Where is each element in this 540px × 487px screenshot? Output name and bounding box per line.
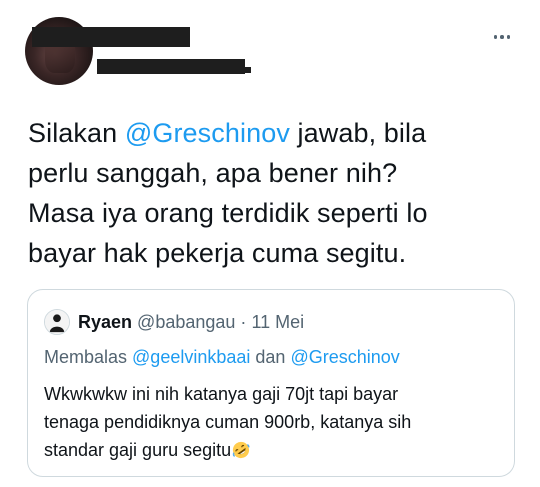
tweet-text-line: bayar hak pekerja cuma segitu.: [28, 238, 407, 268]
ellipsis-icon: [493, 35, 498, 39]
tweet-text: Silakan @Greschinov jawab, bila perlu sa…: [28, 113, 528, 273]
reply-prefix: Membalas: [44, 347, 133, 367]
ellipsis-icon-dot: [506, 35, 511, 39]
quoted-date[interactable]: 11 Mei: [251, 312, 304, 332]
quoted-author-handle[interactable]: @babangau: [137, 312, 235, 332]
reply-context: Membalas @geelvinkbaai dan @Greschinov: [44, 346, 400, 368]
quoted-text-segment: standar gaji guru segitu: [44, 440, 232, 460]
more-options-button[interactable]: [488, 27, 516, 47]
meta-separator: ·: [240, 312, 247, 332]
quoted-text-line: tenaga pendidiknya cuman 900rb, katanya …: [44, 412, 412, 432]
reply-conjunction: dan: [250, 347, 291, 367]
tweet-text-line: perlu sanggah, apa bener nih?: [28, 158, 398, 188]
quoted-text-line: Wkwkwkw ini nih katanya gaji 70jt tapi b…: [44, 384, 399, 404]
author-name-redacted: [32, 27, 190, 47]
quoted-text-line: standar gaji guru segitu: [44, 436, 504, 464]
quoted-author-name[interactable]: Ryaen: [78, 312, 132, 332]
tweet-text-line: Silakan @Greschinov jawab, bila: [28, 113, 528, 153]
quoted-author-avatar[interactable]: [44, 309, 70, 335]
mention-link[interactable]: @Greschinov: [125, 118, 290, 148]
quoted-text: Wkwkwkw ini nih katanya gaji 70jt tapi b…: [44, 380, 504, 464]
reply-mention-2[interactable]: @Greschinov: [290, 347, 399, 367]
author-handle-redacted: [97, 59, 251, 74]
rolling-on-floor-laughing-emoji-icon: [232, 441, 250, 459]
reply-mention-1[interactable]: @geelvinkbaai: [132, 347, 250, 367]
quoted-tweet[interactable]: Ryaen @babangau · 11 Mei Membalas @geelv…: [27, 289, 515, 477]
tweet-text-segment: jawab, bila: [289, 118, 427, 148]
tweet-text-segment: Silakan: [28, 118, 125, 148]
tweet: Silakan @Greschinov jawab, bila perlu sa…: [0, 0, 540, 487]
person-silhouette-icon: [45, 310, 69, 334]
tweet-text-line: Masa iya orang terdidik seperti lo: [28, 198, 428, 228]
quoted-header: Ryaen @babangau · 11 Mei: [78, 311, 304, 333]
ellipsis-icon-dot: [500, 35, 504, 39]
